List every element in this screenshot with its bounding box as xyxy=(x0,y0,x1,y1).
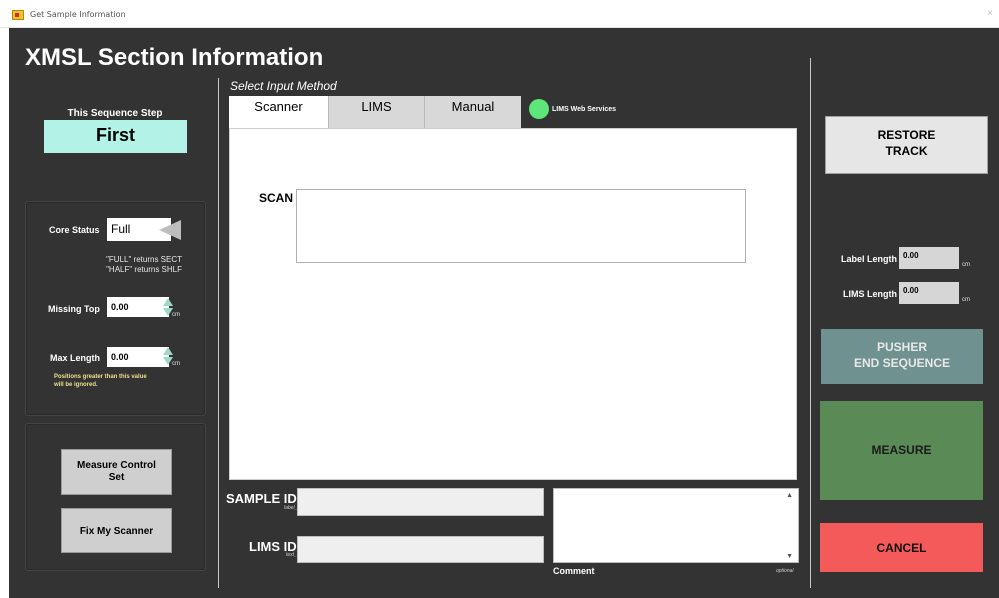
scan-label: SCAN xyxy=(259,191,294,205)
lims-web-services-indicator xyxy=(529,99,549,119)
close-icon[interactable]: × xyxy=(987,8,993,19)
max-length-input[interactable]: 0.00 xyxy=(107,347,169,367)
stepper-up-icon[interactable] xyxy=(163,298,173,306)
restore-track-line1: RESTORE xyxy=(877,128,936,142)
pusher-end-sequence-line2: END SEQUENCE xyxy=(853,356,951,370)
max-length-note-line2: will be ignored. xyxy=(54,382,98,388)
measure-control-set-button[interactable]: Measure Control Set xyxy=(61,449,172,495)
fix-my-scanner-button[interactable]: Fix My Scanner xyxy=(61,508,172,553)
comment-optional-label: optional xyxy=(776,568,794,574)
sequence-step-label: This Sequence Step xyxy=(67,108,163,119)
pusher-end-sequence-button[interactable]: PUSHER END SEQUENCE xyxy=(821,329,983,384)
tab-manual[interactable]: Manual xyxy=(424,96,521,128)
restore-track-line2: TRACK xyxy=(885,144,928,158)
core-status-toggle-arrow[interactable] xyxy=(159,220,181,240)
scroll-up-icon[interactable]: ▲ xyxy=(786,492,793,499)
window-titlebar: Get Sample Information × xyxy=(0,0,999,28)
comment-textarea[interactable]: ▲ ▼ xyxy=(553,488,799,563)
label-length-unit: cm xyxy=(962,262,970,268)
cancel-button[interactable]: CANCEL xyxy=(820,523,983,572)
lims-web-services-label: LIMS Web Services xyxy=(552,106,617,113)
max-length-label: Max Length xyxy=(50,353,101,363)
sample-id-field[interactable] xyxy=(297,488,544,516)
pusher-end-sequence-line1: PUSHER xyxy=(876,340,927,354)
label-length-field: 0.00 xyxy=(899,247,959,269)
comment-label: Comment xyxy=(553,566,595,576)
scroll-down-icon[interactable]: ▼ xyxy=(786,553,793,560)
sample-id-label: SAMPLE ID xyxy=(226,491,297,506)
right-divider xyxy=(810,58,811,588)
tab-scanner[interactable]: Scanner xyxy=(229,96,328,128)
measure-control-set-line1: Measure Control xyxy=(77,460,156,471)
measure-control-set-line2: Set xyxy=(108,472,125,483)
missing-top-label: Missing Top xyxy=(48,304,100,314)
input-method-label: Select Input Method xyxy=(230,79,337,93)
core-status-label: Core Status xyxy=(49,225,100,235)
measure-button[interactable]: MEASURE xyxy=(820,401,983,500)
core-status-hint-half: "HALF" returns SHLF xyxy=(106,265,182,274)
restore-track-button[interactable]: RESTORE TRACK xyxy=(825,116,988,174)
left-divider xyxy=(218,78,219,588)
window-title: Get Sample Information xyxy=(30,10,126,19)
core-status-hint-full: "FULL" returns SECT xyxy=(106,255,182,264)
tab-lims[interactable]: LIMS xyxy=(328,96,424,128)
core-status-hint: "FULL" returns SECT "HALF" returns SHLF xyxy=(60,255,182,275)
scanner-tab-page xyxy=(229,128,797,480)
scan-input[interactable] xyxy=(296,189,746,263)
lims-length-field: 0.00 xyxy=(899,282,959,304)
max-length-note: Positions greater than this value will b… xyxy=(54,373,147,389)
stepper-up-icon[interactable] xyxy=(163,347,173,355)
missing-top-unit: cm xyxy=(172,312,180,318)
page-title: XMSL Section Information xyxy=(25,44,324,71)
max-length-note-line1: Positions greater than this value xyxy=(54,374,147,380)
lims-length-label: LIMS Length xyxy=(843,289,897,299)
label-length-label: Label Length xyxy=(841,254,897,264)
missing-top-input[interactable]: 0.00 xyxy=(107,297,169,317)
lims-length-unit: cm xyxy=(962,297,970,303)
sequence-step-value: First xyxy=(44,120,187,153)
max-length-unit: cm xyxy=(172,361,180,367)
app-icon xyxy=(12,10,24,20)
lims-id-field[interactable] xyxy=(297,536,544,563)
